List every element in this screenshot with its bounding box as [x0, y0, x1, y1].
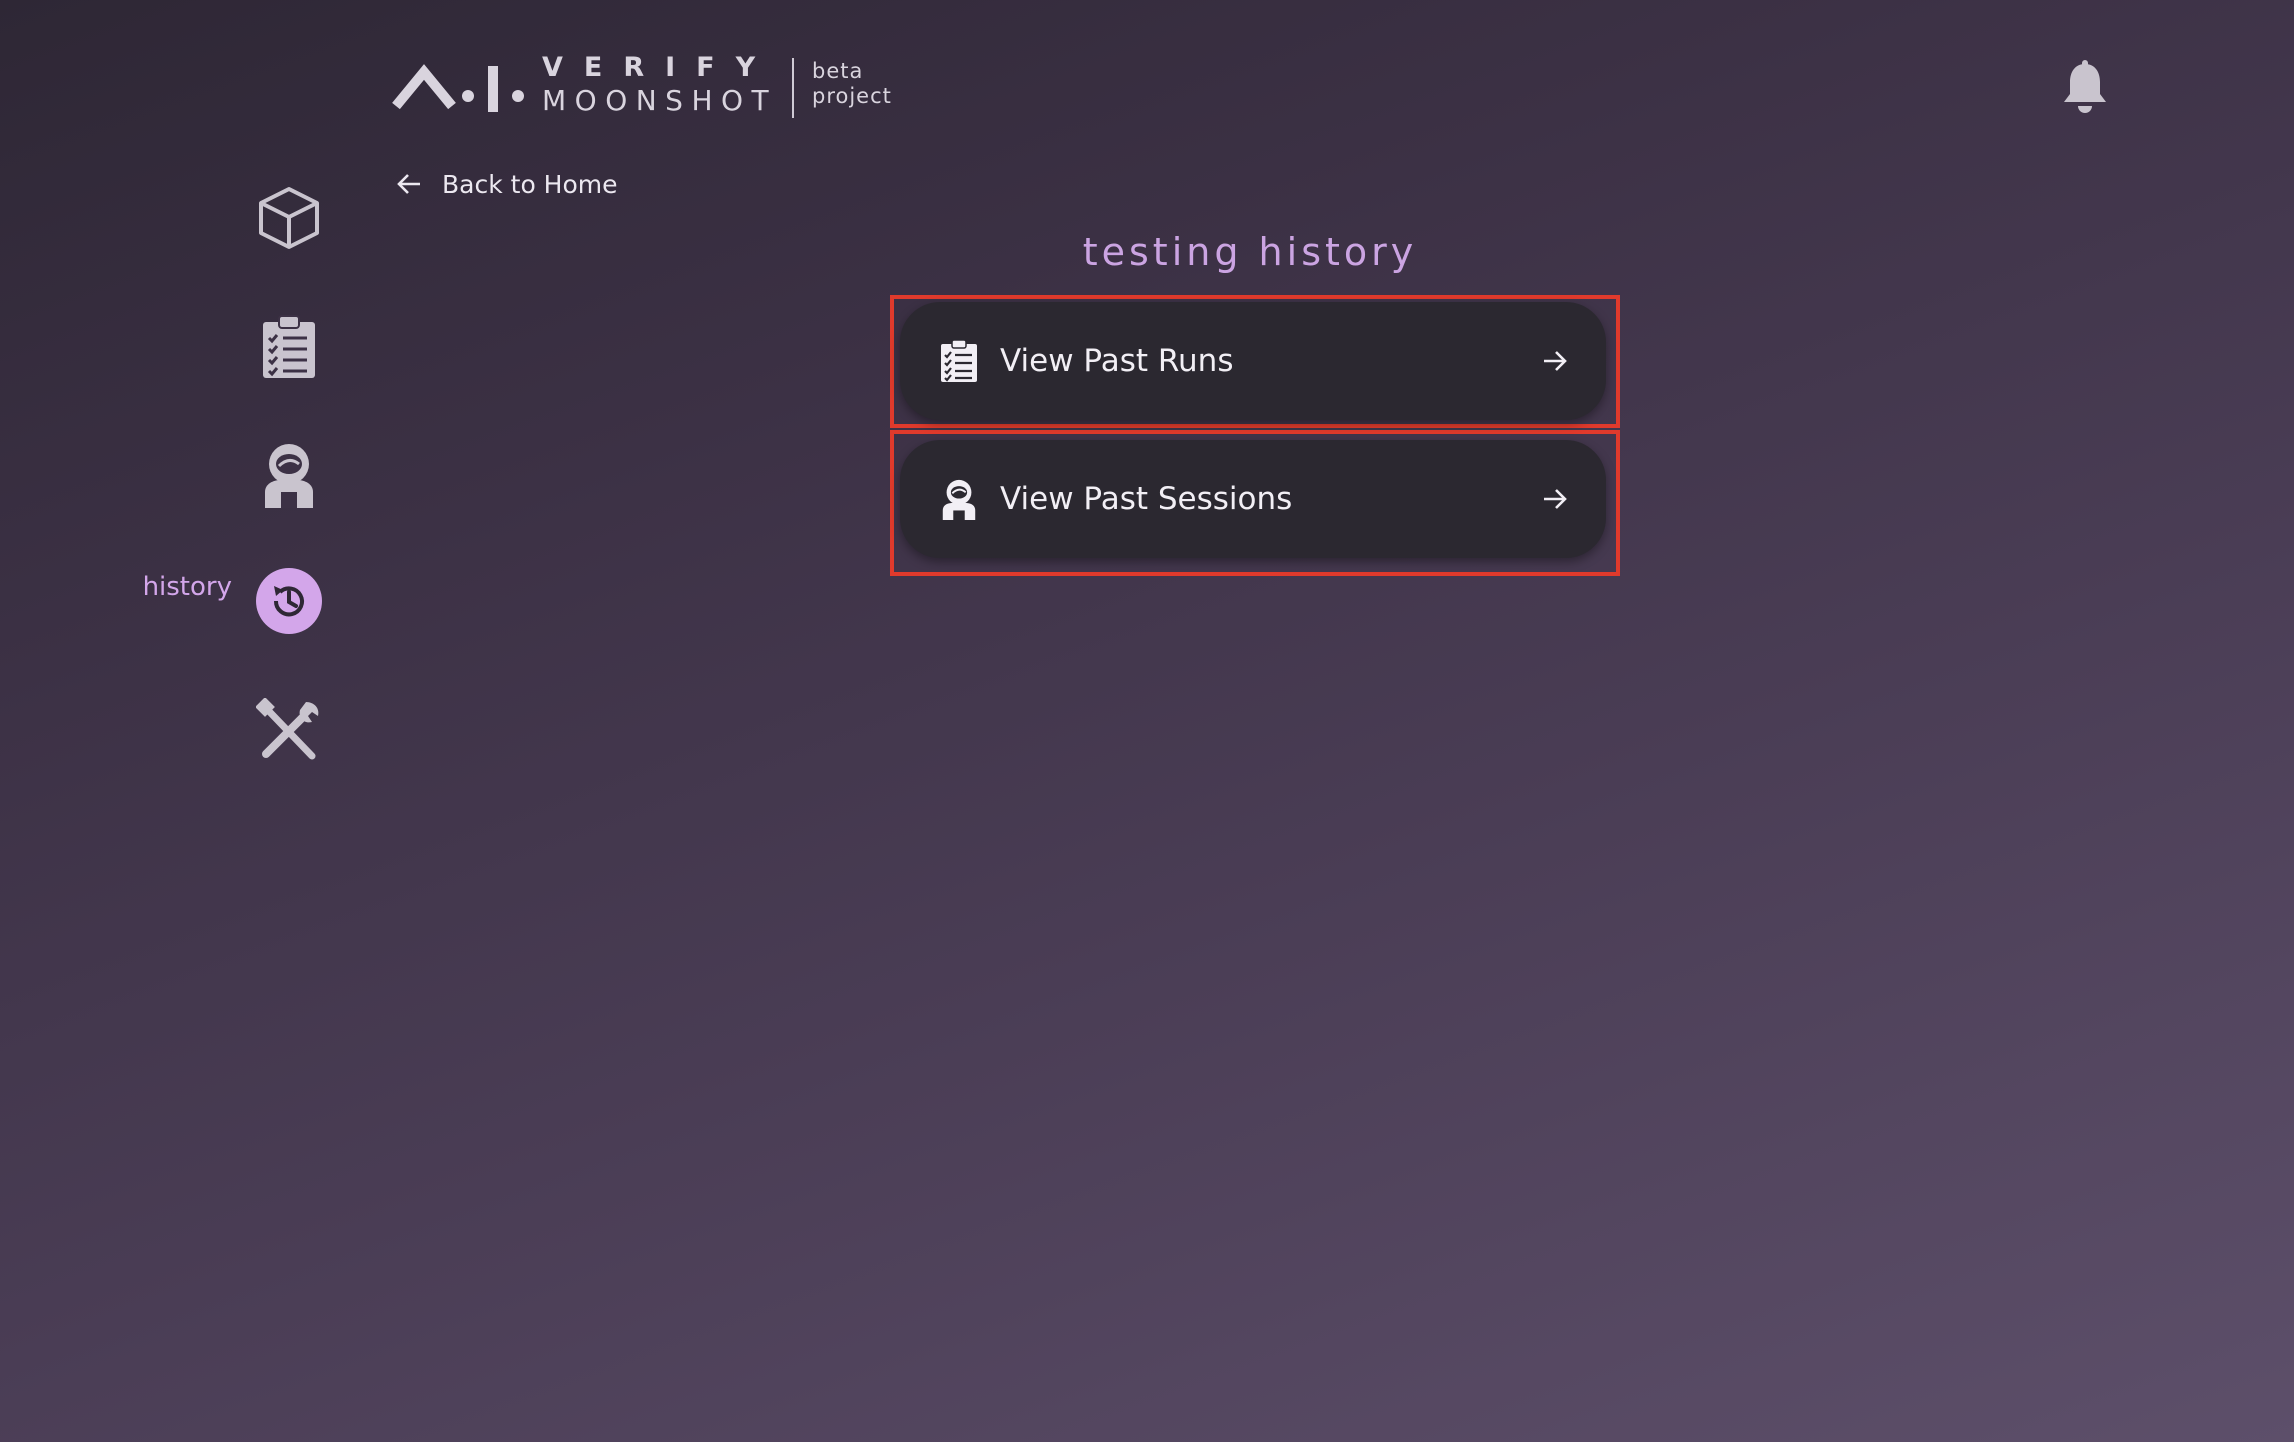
- logo-beta-line1: beta: [812, 59, 864, 83]
- sidebar-item-benchmarks[interactable]: [254, 312, 324, 382]
- view-past-runs-button[interactable]: View Past Runs: [900, 302, 1606, 420]
- astronaut-icon: [938, 476, 980, 522]
- logo-divider: [792, 58, 794, 118]
- page-title: testing history: [1082, 230, 1418, 274]
- sidebar-item-endpoints[interactable]: [254, 183, 324, 253]
- cube-icon: [259, 187, 319, 249]
- view-past-sessions-button[interactable]: View Past Sessions: [900, 440, 1606, 558]
- view-past-sessions-label: View Past Sessions: [1000, 481, 1293, 517]
- back-to-home-link[interactable]: Back to Home: [396, 166, 618, 202]
- logo-word-moonshot: MOONSHOT: [542, 84, 778, 117]
- arrow-right-icon: [1544, 351, 1567, 371]
- astronaut-icon: [265, 444, 313, 508]
- arrow-left-icon: [397, 174, 420, 194]
- back-to-home-label: Back to Home: [442, 169, 618, 199]
- logo-mark-icon: [392, 64, 524, 112]
- sidebar-item-utilities[interactable]: [254, 696, 324, 766]
- sidebar-item-history-label: history: [142, 572, 232, 602]
- app-logo: VERIFY MOONSHOT beta project: [392, 50, 912, 130]
- logo-word-verify: VERIFY: [542, 52, 777, 83]
- clipboard-checklist-icon: [938, 338, 980, 384]
- history-icon: [273, 586, 304, 617]
- logo-beta-badge: beta project: [812, 59, 892, 109]
- logo-beta-line2: project: [812, 84, 892, 108]
- view-past-runs-label: View Past Runs: [1000, 343, 1234, 379]
- sidebar-item-history[interactable]: [256, 568, 322, 634]
- clipboard-checklist-icon: [263, 315, 315, 378]
- arrow-right-icon: [1544, 489, 1567, 509]
- sidebar-item-red-teaming[interactable]: [254, 440, 324, 510]
- tools-icon: [256, 698, 319, 760]
- notifications-bell-icon[interactable]: [2060, 60, 2110, 116]
